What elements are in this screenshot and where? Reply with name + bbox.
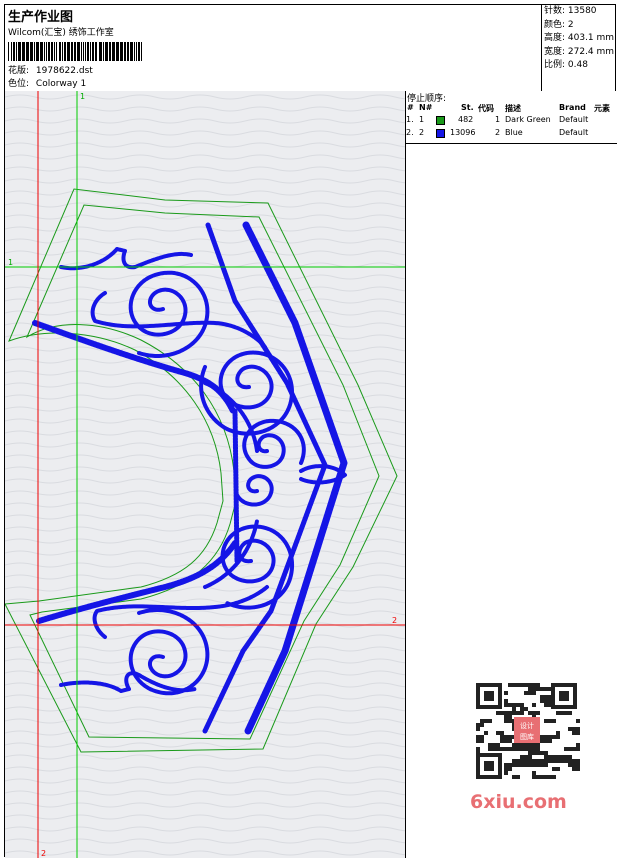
col-header-brand: Brand [559,103,586,112]
design-stats: 针数: 13580 颜色: 2 高度: 403.1 mm 宽度: 272.4 m… [541,5,618,91]
design-value: 1978622.dst [35,66,93,76]
col-header-description: 描述 [505,104,521,113]
table-row: 2. 2 13096 2 Blue Default [406,128,617,140]
col-header-needle: N# [419,103,433,112]
col-header-stitches: St. [461,103,474,112]
guide-label-h2: 2 [392,616,397,625]
watermark-qr-code: 设计 图库 [468,679,585,784]
row-description: Blue [505,128,523,137]
colorway-row: 色位: Colorway 1 [8,76,86,89]
design-height: 高度: 403.1 mm [544,33,615,44]
colorway-value: Colorway 1 [35,79,87,89]
row-brand: Default [559,128,589,137]
guide-label-h1: 1 [8,258,13,267]
row-stitches: 13096 [450,128,476,137]
watermark-stamp-text-top: 设计 [520,721,534,730]
row-needle: 1 [419,115,425,124]
design-label: 花版: [8,66,30,76]
barcode [8,42,142,61]
colorway-label: 色位: [8,79,30,89]
row-index: 2. [406,128,414,137]
sheet-header: 生产作业图 Wilcom(汇宝) 绣饰工作室 花版: 1978622.dst 色… [5,5,615,92]
design-width: 宽度: 272.4 mm [544,46,615,57]
design-name-row: 花版: 1978622.dst [8,63,93,76]
row-code: 1 [495,115,501,124]
row-code: 2 [495,128,501,137]
color-swatch [436,129,445,138]
table-row: 1. 1 482 1 Dark Green Default [406,115,617,127]
design-canvas: 1 1 2 2 [5,91,406,858]
row-stitches: 482 [458,115,474,124]
col-header-element: 元素 [594,104,610,113]
guide-label-v2: 2 [41,849,46,858]
col-header-code: 代码 [478,104,494,113]
row-index: 1. [406,115,414,124]
row-brand: Default [559,115,589,124]
color-count: 颜色: 2 [544,19,574,30]
row-needle: 2 [419,128,425,137]
watermark-site: 6xiu.com [470,791,567,813]
design-svg: 1 1 2 2 [5,91,405,858]
panel-divider [406,143,617,144]
guide-label-v1: 1 [80,92,85,101]
watermark-stamp-text-bottom: 图库 [520,732,534,741]
color-swatch [436,116,445,125]
stitch-count: 针数: 13580 [544,6,597,16]
col-header-index: # [407,103,414,112]
sheet-subtitle: Wilcom(汇宝) 绣饰工作室 [8,28,114,38]
sheet-title: 生产作业图 [8,10,74,25]
row-description: Dark Green [505,115,551,124]
design-scale: 比例: 0.48 [544,60,588,71]
